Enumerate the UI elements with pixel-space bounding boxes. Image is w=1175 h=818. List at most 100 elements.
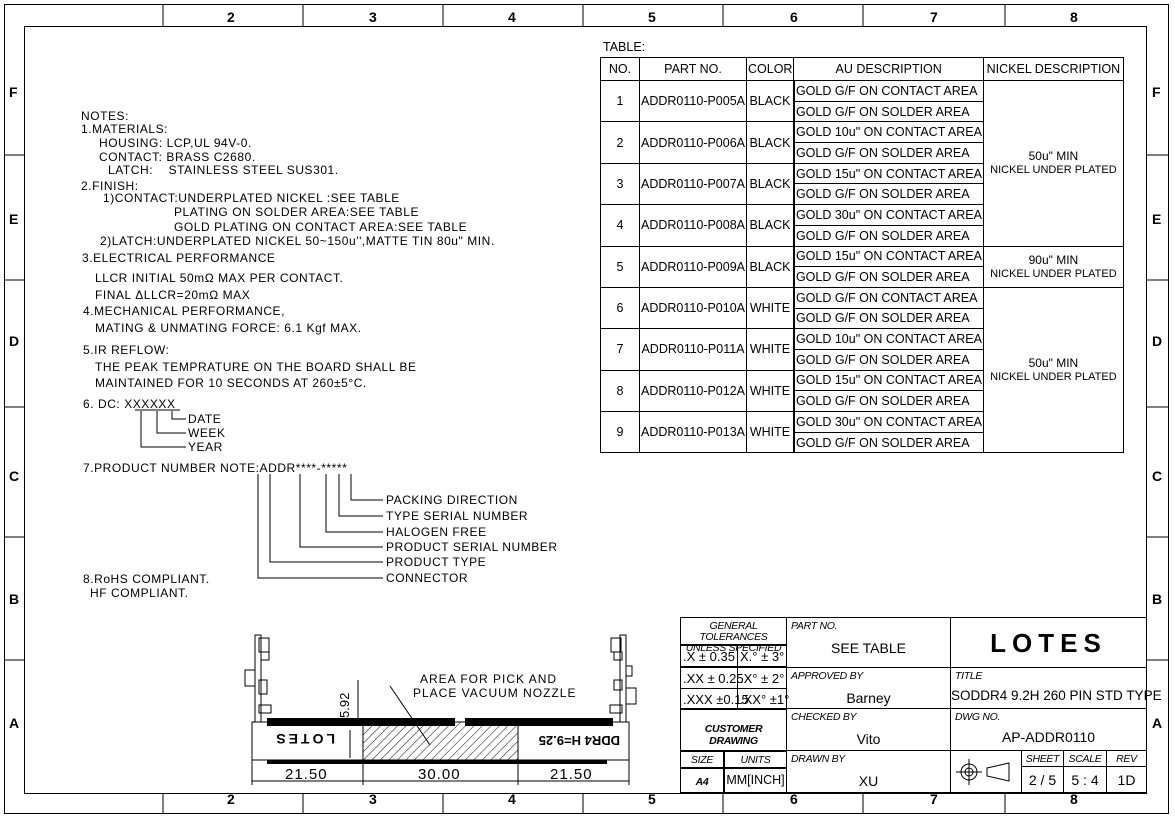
zone-column-label: 6 [790,9,798,25]
row-number: 7 [600,328,640,371]
au-description: GOLD G/F ON SOLDER AREA [792,431,984,454]
table-row: 1 ADDR0110-P005A BLACK GOLD G/F ON CONTACT … [600,79,1124,247]
units-label: UNITS [740,754,771,766]
zone-column-label: 8 [1070,791,1078,807]
zone-row-label: B [1152,591,1163,607]
tolerance-angular: X.° ± 3° [737,645,787,667]
title-cell: TITLE SODDR4 9.2H 260 PIN STD TYPE [950,667,1162,709]
part-number: ADDR0110-P013A [639,410,747,454]
nickel-under-plated: NICKEL UNDER PLATED [990,371,1117,384]
nickel-min: 90u" MIN [1028,252,1079,267]
part-number: ADDR0110-P008A [639,204,747,247]
row-number: 6 [600,286,640,330]
tolerance-linear: .X ± 0.35 [680,645,738,667]
nickel-under-plated: NICKEL UNDER PLATED [990,267,1117,280]
row-number: 5 [600,245,640,288]
au-description: GOLD G/F ON SOLDER AREA [792,183,984,206]
part-number-table: NO. PART NO. COLOR AU DESCRIPTION NICKEL DES… [600,57,1124,454]
row-number: 9 [600,410,640,454]
rev-label-cell: REV [1106,750,1147,767]
table-row: 5 ADDR0110-P009A BLACK GOLD 15u" ON CONTACT… [600,245,1124,288]
units-value: MM[INCH] [726,773,785,787]
dwg-cell: DWG NO. AP-ADDR0110 [950,708,1147,751]
au-description: GOLD G/F ON SOLDER AREA [792,224,984,247]
zone-column-label: 8 [1070,9,1078,25]
title-value: SODDR4 9.2H 260 PIN STD TYPE [951,688,1162,703]
drawn-value: XU [858,773,879,789]
color: WHITE [745,328,795,371]
customer-drawing-cell: CUSTOMER DRAWING [680,708,787,751]
ddr4-marking: DDR4 H=9.25 [539,733,620,748]
approved-cell: APPROVED BY Barney [786,667,951,709]
checked-label: CHECKED BY [791,711,857,723]
rev-value: 1D [1117,772,1136,788]
au-description: GOLD 15u" ON CONTACT AREA [792,245,984,268]
color: BLACK [745,245,795,288]
contact-row-top-right [465,718,613,726]
dwg-label: DWG NO. [955,711,1001,723]
scale-cell: 5 : 4 [1063,766,1107,793]
lotes-marking: LOTES [273,731,335,747]
company-logo: LOTES [950,617,1147,668]
part-number: ADDR0110-P005A [639,79,747,123]
drawn-label: DRAWN BY [791,753,845,765]
size-cell: A4 [680,768,724,793]
scale-label-cell: SCALE [1063,750,1107,767]
part-number: ADDR0110-P006A [639,121,747,164]
projection-cell [950,750,1022,793]
au-description: GOLD G/F ON SOLDER AREA [792,100,984,123]
au-description: GOLD G/F ON CONTACT AREA [792,80,984,102]
row-number: 4 [600,204,640,247]
color: BLACK [745,121,795,164]
au-description: GOLD 10u" ON CONTACT AREA [792,121,984,144]
part-no-cell: PART NO. SEE TABLE [786,617,951,668]
table-row: 6 ADDR0110-P010A WHITE GOLD G/F ON CONTACT … [600,286,1124,454]
nickel-description: 90u" MIN NICKEL UNDER PLATED [982,245,1124,288]
table-header-row: NO. PART NO. COLOR AU DESCRIPTION NICKEL DES… [600,57,1124,81]
au-description: GOLD 15u" ON CONTACT AREA [792,369,984,392]
column-header: NO. [600,57,640,81]
zone-column-label: 7 [930,791,938,807]
lotes-logo: LOTES [990,628,1107,658]
dimension-right: 21.50 [550,766,593,783]
row-number: 1 [600,79,640,123]
zone-row-label: C [1152,468,1163,484]
contact-row-bottom [267,760,607,764]
checked-cell: CHECKED BY Vito [786,708,951,751]
dimension-center: 30.00 [418,766,461,783]
scale-label: SCALE [1068,753,1102,765]
au-description: GOLD G/F ON SOLDER AREA [792,307,984,330]
au-description: GOLD G/F ON SOLDER AREA [792,266,984,288]
color: BLACK [745,204,795,247]
nickel-under-plated: NICKEL UNDER PLATED [990,164,1117,177]
color: WHITE [745,286,795,330]
left-latch [254,634,262,723]
third-angle-projection-icon [956,759,1010,785]
color: WHITE [745,410,795,454]
size-label-cell: SIZE [680,751,724,768]
au-description: GOLD 30u" ON CONTACT AREA [792,411,984,433]
sheet-label-cell: SHEET [1021,750,1064,767]
color: BLACK [745,79,795,123]
row-number: 8 [600,369,640,413]
zone-row-label: A [9,715,20,731]
tolerances-header: GENERAL TOLERANCES UNLESS SPECIFIED [680,617,787,654]
column-header: COLOR [745,57,795,81]
pick-area-callout: AREA FOR PICK AND [420,672,557,686]
zone-column-label: 7 [930,9,938,25]
tolerance-linear: .XX ± 0.25 [680,666,744,689]
contact-row-top-left [267,718,455,726]
zone-column-label: 2 [227,791,235,807]
size-value: A4 [695,776,709,788]
sheet-value: 2 / 5 [1028,772,1057,788]
zone-column-label: 4 [508,791,516,807]
part-number: ADDR0110-P009A [639,245,747,288]
au-description: GOLD G/F ON SOLDER AREA [792,142,984,164]
approved-label: APPROVED BY [791,670,863,682]
rev-cell: 1D [1106,766,1147,793]
column-header: NICKEL DESCRIPTION [982,57,1124,81]
zone-column-label: 3 [369,791,377,807]
units-cell: MM[INCH] [724,768,787,793]
pick-area-callout: PLACE VACUUM NOZZLE [413,686,576,700]
part-number: ADDR0110-P010A [639,286,747,330]
